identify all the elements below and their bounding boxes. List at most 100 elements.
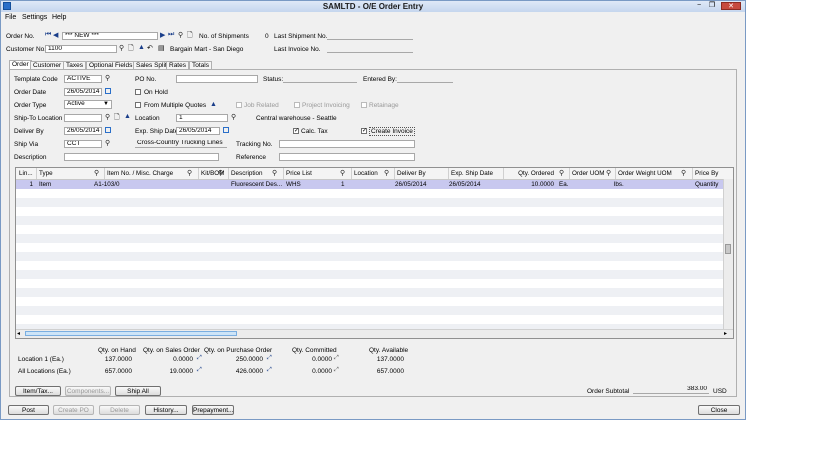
order-finder-icon[interactable]: ⚲ bbox=[178, 32, 185, 39]
last-record-icon[interactable]: ⏭ bbox=[168, 31, 174, 39]
template-code-field[interactable]: ACTIVE bbox=[64, 75, 102, 83]
calendar-icon[interactable] bbox=[223, 127, 229, 133]
calendar-icon[interactable] bbox=[105, 127, 111, 133]
menu-help[interactable]: Help bbox=[52, 14, 66, 21]
no-shipments-value: 0 bbox=[265, 33, 269, 40]
kit-finder-icon[interactable]: ⚲ bbox=[218, 170, 225, 177]
post-button[interactable]: Post bbox=[8, 405, 49, 415]
col-order-weight-uom[interactable]: Order Weight UOM bbox=[618, 170, 672, 177]
col-order-uom[interactable]: Order UOM bbox=[572, 170, 605, 177]
components-button[interactable]: Components... bbox=[65, 386, 111, 396]
multiple-quotes-checkbox[interactable] bbox=[135, 102, 141, 108]
create-po-button[interactable]: Create PO bbox=[53, 405, 94, 415]
menu-settings[interactable]: Settings bbox=[22, 14, 47, 21]
menu-file[interactable]: File bbox=[5, 14, 16, 21]
scroll-right-icon[interactable]: ▸ bbox=[724, 330, 727, 337]
grid-horizontal-scrollbar[interactable]: ◂ ▸ bbox=[16, 329, 733, 338]
order-type-select[interactable]: Active ▼ bbox=[64, 100, 112, 109]
close-button[interactable]: Close bbox=[698, 405, 740, 415]
col-type[interactable]: Type bbox=[39, 170, 53, 177]
order-date-field[interactable]: 26/05/2014 bbox=[64, 88, 102, 96]
deliver-by-field[interactable]: 26/05/2014 bbox=[64, 127, 102, 135]
table-row[interactable]: 1 Item A1-103/0 Fluorescent Des... WHS 1… bbox=[16, 180, 723, 189]
col-qty-ordered[interactable]: Qty. Ordered bbox=[506, 170, 554, 177]
item-finder-icon[interactable]: ⚲ bbox=[187, 170, 194, 177]
next-record-icon[interactable]: ▶ bbox=[160, 31, 165, 39]
reference-field[interactable] bbox=[279, 153, 415, 161]
calc-tax-checkbox[interactable]: ✓ bbox=[293, 128, 299, 134]
ship-to-label: Ship-To Location bbox=[14, 115, 63, 122]
order-date-label: Order Date bbox=[14, 89, 47, 96]
scroll-thumb[interactable] bbox=[25, 331, 237, 336]
close-window-button[interactable]: ✕ bbox=[721, 2, 741, 10]
customer-info-icon[interactable]: ▤ bbox=[158, 44, 165, 52]
description-finder-icon[interactable]: ⚲ bbox=[272, 170, 279, 177]
window-title: SAMLTD - O/E Order Entry bbox=[322, 2, 424, 11]
col-exp-ship-date[interactable]: Exp. Ship Date bbox=[451, 170, 493, 177]
location-field[interactable]: 1 bbox=[176, 114, 228, 122]
first-record-icon[interactable]: ⏮ bbox=[45, 31, 51, 39]
order-no-field[interactable]: *** NEW *** bbox=[62, 32, 158, 40]
col-price-list[interactable]: Price List bbox=[286, 170, 312, 177]
customer-no-field[interactable]: 1100 bbox=[45, 45, 117, 53]
ship-via-finder-icon[interactable]: ⚲ bbox=[105, 140, 112, 147]
stock-committed: 0.0000 bbox=[312, 356, 332, 363]
order-type-label: Order Type bbox=[14, 102, 47, 109]
scroll-thumb[interactable] bbox=[725, 244, 731, 254]
new-document-icon[interactable]: 🗋 bbox=[187, 31, 193, 42]
quotes-up-icon[interactable]: ▲ bbox=[210, 101, 217, 108]
zoom-up-icon[interactable]: ▲ bbox=[138, 44, 145, 51]
customer-link-icon[interactable]: ↶ bbox=[147, 44, 153, 52]
po-no-field[interactable] bbox=[176, 75, 258, 83]
col-line[interactable]: Lin... bbox=[19, 170, 33, 177]
tracking-no-field[interactable] bbox=[279, 140, 415, 148]
ship-to-finder-icon[interactable]: ⚲ bbox=[105, 114, 112, 121]
create-invoice-checkbox[interactable]: ✓ bbox=[361, 128, 367, 134]
col-description[interactable]: Description bbox=[231, 170, 263, 177]
drilldown-icon[interactable]: ⤢ bbox=[267, 367, 272, 374]
col-price-by[interactable]: Price By bbox=[695, 170, 718, 177]
delete-button[interactable]: Delete bbox=[99, 405, 140, 415]
col-deliver-by[interactable]: Deliver By bbox=[397, 170, 426, 177]
type-finder-icon[interactable]: ⚲ bbox=[94, 170, 101, 177]
scroll-left-icon[interactable]: ◂ bbox=[17, 330, 20, 337]
project-invoicing-checkbox[interactable] bbox=[294, 102, 300, 108]
ship-via-field[interactable]: CCT bbox=[64, 140, 102, 148]
previous-record-icon[interactable]: ◀ bbox=[53, 31, 58, 39]
prepayment-button[interactable]: Prepayment... bbox=[192, 405, 234, 415]
location-finder-icon[interactable]: ⚲ bbox=[231, 114, 238, 121]
grid-vertical-scrollbar[interactable] bbox=[723, 179, 733, 331]
uom-finder-icon[interactable]: ⚲ bbox=[606, 170, 613, 177]
drilldown-icon[interactable]: ⤢ bbox=[334, 355, 339, 362]
col-location[interactable]: Location bbox=[354, 170, 378, 177]
location-col-finder-icon[interactable]: ⚲ bbox=[384, 170, 391, 177]
minimize-button[interactable]: − bbox=[693, 2, 705, 10]
maximize-button[interactable]: ❐ bbox=[706, 2, 718, 10]
on-hold-checkbox[interactable] bbox=[135, 89, 141, 95]
qty-finder-icon[interactable]: ⚲ bbox=[559, 170, 566, 177]
description-field[interactable] bbox=[64, 153, 219, 161]
new-ship-to-icon[interactable]: 🗋 bbox=[114, 113, 120, 124]
weight-uom-finder-icon[interactable]: ⚲ bbox=[681, 170, 688, 177]
po-no-label: PO No. bbox=[135, 76, 157, 83]
customer-finder-icon[interactable]: ⚲ bbox=[119, 45, 126, 52]
col-item-no[interactable]: Item No. / Misc. Charge bbox=[107, 170, 173, 177]
qty-on-hand-header: Qty. on Hand bbox=[98, 347, 136, 354]
history-button[interactable]: History... bbox=[145, 405, 187, 415]
item-tax-button[interactable]: Item/Tax... bbox=[15, 386, 61, 396]
ship-to-up-icon[interactable]: ▲ bbox=[124, 113, 131, 120]
drilldown-icon[interactable]: ⤢ bbox=[267, 355, 272, 362]
ship-all-button[interactable]: Ship All bbox=[115, 386, 161, 396]
price-list-finder-icon[interactable]: ⚲ bbox=[340, 170, 347, 177]
retainage-checkbox[interactable] bbox=[361, 102, 367, 108]
exp-ship-date-field[interactable]: 26/05/2014 bbox=[176, 127, 220, 135]
drilldown-icon[interactable]: ⤢ bbox=[334, 367, 339, 374]
template-finder-icon[interactable]: ⚲ bbox=[105, 75, 112, 82]
calendar-icon[interactable] bbox=[105, 88, 111, 94]
job-related-checkbox[interactable] bbox=[236, 102, 242, 108]
drilldown-icon[interactable]: ⤢ bbox=[197, 367, 202, 374]
no-shipments-label: No. of Shipments bbox=[199, 33, 249, 40]
new-customer-icon[interactable]: 🗋 bbox=[128, 44, 134, 55]
drilldown-icon[interactable]: ⤢ bbox=[197, 355, 202, 362]
ship-to-field[interactable] bbox=[64, 114, 102, 122]
